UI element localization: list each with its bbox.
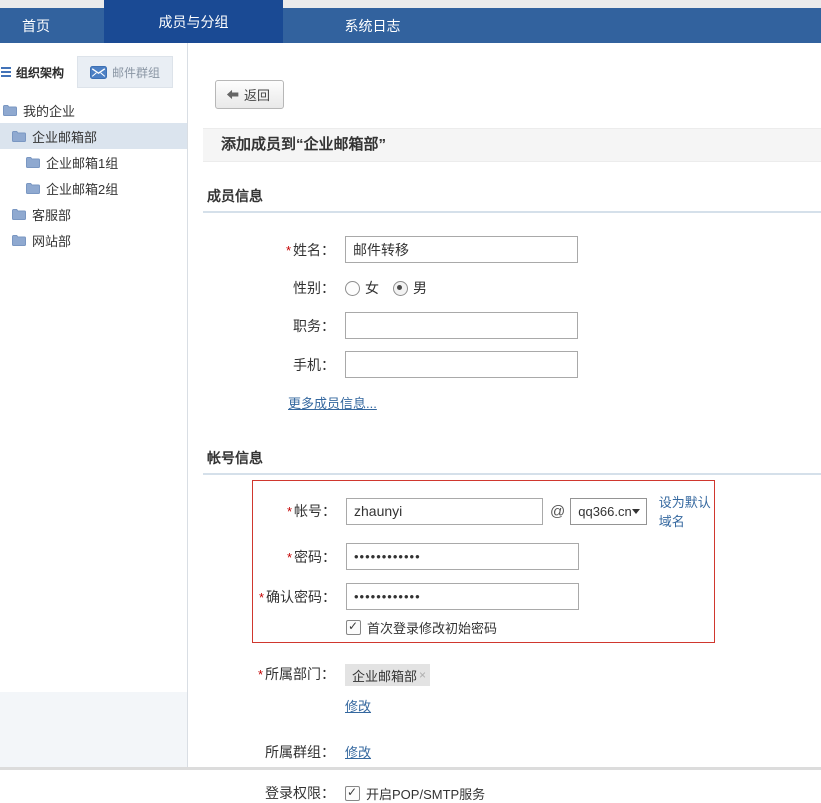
tab-label: 组织架构	[16, 64, 64, 81]
tree-item-label: 客服部	[32, 205, 71, 224]
first-login-checkbox[interactable]	[346, 620, 361, 635]
login-permission-row: 登录权限 开启POP/SMTP服务	[205, 785, 821, 801]
confirm-password-label: *确认密码	[254, 587, 346, 607]
required-asterisk: *	[287, 504, 292, 519]
password-input[interactable]	[346, 543, 579, 570]
nav-tab-label: 首页	[22, 16, 50, 36]
pop-smtp-checkbox[interactable]	[345, 786, 360, 801]
tree-item-mail-group1[interactable]: 企业邮箱1组	[0, 149, 187, 175]
pop-smtp-checkbox-label: 开启POP/SMTP服务	[366, 784, 485, 803]
tree-item-mail-dept[interactable]: 企业邮箱部	[0, 123, 187, 149]
folder-icon	[3, 104, 17, 116]
login-permission-label: 登录权限	[205, 783, 345, 803]
mobile-row: 手机	[205, 351, 821, 378]
tree-item-mail-group2[interactable]: 企业邮箱2组	[0, 175, 187, 201]
first-login-checkbox-label: 首次登录修改初始密码	[367, 618, 497, 637]
folder-icon	[26, 182, 40, 194]
tree-item-label: 网站部	[32, 231, 71, 250]
required-asterisk: *	[258, 667, 263, 682]
tab-org-structure[interactable]: 组织架构	[0, 56, 77, 88]
tree-item-label: 企业邮箱2组	[46, 179, 118, 198]
more-member-info-row: 更多成员信息...	[288, 393, 821, 413]
confirm-password-row: *确认密码	[254, 583, 714, 610]
section-divider	[203, 211, 821, 213]
department-label: *所属部门	[205, 664, 345, 684]
password-label: *密码	[254, 547, 346, 567]
org-tree: 我的企业 企业邮箱部 企业邮箱1组 企业邮箱2组 客服部	[0, 97, 187, 253]
tree-item-label: 企业邮箱部	[32, 127, 97, 146]
org-structure-icon	[1, 65, 11, 79]
nav-tab-label: 系统日志	[345, 16, 401, 36]
job-row: 职务	[205, 312, 821, 339]
section-title-member-info: 成员信息	[207, 186, 821, 203]
mail-group-icon	[90, 66, 107, 79]
section-title-account-info: 帐号信息	[207, 448, 821, 465]
department-modify-row: 修改	[345, 696, 821, 716]
group-row: 所属群组 修改	[205, 743, 821, 760]
job-label: 职务	[205, 316, 345, 336]
tree-item-label: 企业邮箱1组	[46, 153, 118, 172]
tree-item-service-dept[interactable]: 客服部	[0, 201, 187, 227]
department-modify-link[interactable]: 修改	[345, 699, 371, 714]
section-divider	[203, 473, 821, 475]
password-row: *密码	[254, 543, 714, 570]
mobile-label: 手机	[205, 355, 345, 375]
account-row: *帐号 @ qq366.cn 设为默认域名	[254, 492, 714, 530]
folder-icon	[12, 130, 26, 142]
name-label: *姓名	[205, 240, 345, 260]
gender-radio-female[interactable]	[345, 281, 360, 296]
back-button-label: 返回	[244, 85, 270, 104]
back-button[interactable]: 返回	[215, 80, 284, 109]
tree-item-label: 我的企业	[23, 101, 75, 120]
set-default-domain-link[interactable]: 设为默认域名	[659, 492, 714, 530]
sidebar-footer	[0, 692, 187, 770]
account-input[interactable]	[346, 498, 543, 525]
remove-tag-icon[interactable]: ×	[419, 668, 426, 682]
page-title: 添加成员到“企业邮箱部”	[203, 128, 821, 162]
gender-radio-male[interactable]	[393, 281, 408, 296]
job-input[interactable]	[345, 312, 578, 339]
sidebar: 组织架构 邮件群组 我的企业 企业邮箱部	[0, 43, 188, 770]
mobile-input[interactable]	[345, 351, 578, 378]
account-highlight-box: *帐号 @ qq366.cn 设为默认域名 *密码 *确认密码 首次登录修改初始	[252, 480, 715, 643]
main-content: 返回 添加成员到“企业邮箱部” 成员信息 *姓名 性别 女 男 职务 手机 更多…	[189, 43, 821, 770]
at-sign: @	[550, 503, 565, 520]
top-navigation: 首页 成员与分组 系统日志	[0, 0, 821, 43]
folder-icon	[12, 234, 26, 246]
first-login-row: 首次登录修改初始密码	[346, 619, 714, 635]
back-arrow-icon	[226, 89, 239, 100]
domain-select-value: qq366.cn	[578, 504, 632, 519]
nav-tab-label: 成员与分组	[159, 12, 229, 32]
tree-item-my-company[interactable]: 我的企业	[0, 97, 187, 123]
sidebar-tabs: 组织架构 邮件群组	[0, 56, 187, 88]
folder-icon	[12, 208, 26, 220]
tab-mail-groups[interactable]: 邮件群组	[77, 56, 173, 88]
group-label: 所属群组	[205, 742, 345, 762]
name-input[interactable]	[345, 236, 578, 263]
tree-item-website-dept[interactable]: 网站部	[0, 227, 187, 253]
required-asterisk: *	[259, 590, 264, 605]
account-label: *帐号	[254, 501, 346, 521]
folder-icon	[26, 156, 40, 168]
name-row: *姓名	[205, 236, 821, 263]
gender-row: 性别 女 男	[205, 280, 821, 296]
gender-option-label: 男	[413, 278, 427, 298]
gender-option-label: 女	[365, 278, 379, 298]
more-member-info-link[interactable]: 更多成员信息...	[288, 396, 377, 411]
confirm-password-input[interactable]	[346, 583, 579, 610]
chevron-down-icon	[632, 509, 640, 514]
domain-select[interactable]: qq366.cn	[570, 498, 647, 525]
required-asterisk: *	[286, 243, 291, 258]
nav-tab-home[interactable]: 首页	[0, 8, 104, 43]
required-asterisk: *	[287, 550, 292, 565]
nav-tab-system-log[interactable]: 系统日志	[283, 8, 462, 43]
group-modify-link[interactable]: 修改	[345, 742, 371, 761]
department-tag: 企业邮箱部 ×	[345, 664, 430, 686]
gender-label: 性别	[205, 278, 345, 298]
tab-label: 邮件群组	[112, 64, 160, 81]
nav-tab-members-groups[interactable]: 成员与分组	[104, 0, 283, 43]
department-tag-label: 企业邮箱部	[352, 666, 417, 685]
department-row: *所属部门 企业邮箱部 ×	[205, 664, 821, 686]
